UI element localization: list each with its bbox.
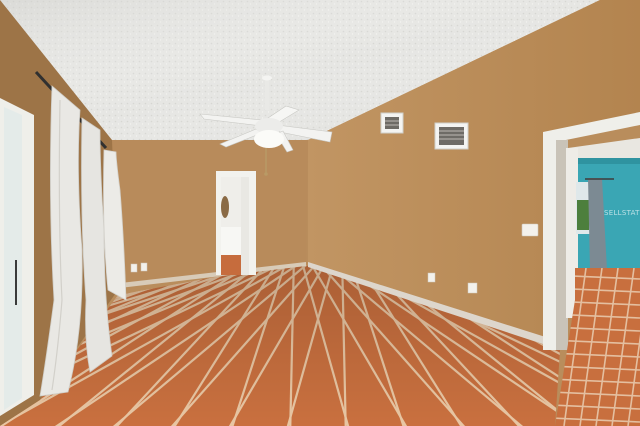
bathroom-mirror — [221, 196, 229, 218]
wall-outlet-back-2 — [140, 262, 148, 272]
wall-outlet-mid — [427, 272, 436, 283]
sliding-glass-door — [0, 98, 34, 416]
wall-vent — [434, 122, 469, 150]
wall-outlet-right — [467, 282, 478, 294]
wall-outlet-back-1 — [130, 263, 138, 273]
light-switch — [521, 223, 539, 237]
bathroom-doorway — [216, 171, 256, 275]
ceiling-vent-small — [380, 112, 404, 134]
room-photo: SELLSTATE — [0, 0, 640, 426]
watermark: SELLSTATE — [604, 209, 640, 217]
fan-light-globe — [254, 130, 284, 148]
